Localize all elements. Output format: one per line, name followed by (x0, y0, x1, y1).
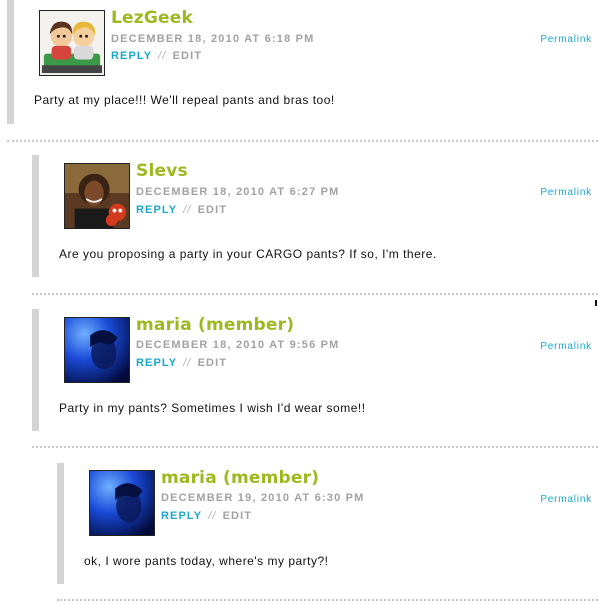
comment-actions: REPLY // EDIT (136, 204, 227, 216)
comment: maria (member) DECEMBER 18, 2010 AT 9:56… (32, 309, 598, 431)
reply-button[interactable]: REPLY (111, 50, 152, 62)
cartoon-couple-avatar-icon (40, 11, 104, 75)
edit-button[interactable]: EDIT (198, 204, 227, 216)
permalink-link[interactable]: Permalink (540, 341, 592, 352)
comment: Slevs DECEMBER 18, 2010 AT 6:27 PM REPLY… (32, 155, 598, 277)
comment-divider (32, 446, 598, 448)
comment-author[interactable]: LezGeek (111, 8, 193, 28)
thread-indent-bar (57, 463, 64, 584)
comment-date: DECEMBER 19, 2010 AT 6:30 PM (161, 492, 365, 504)
comment-divider (32, 293, 598, 295)
thread-indent-bar (7, 0, 14, 124)
avatar[interactable] (64, 163, 130, 229)
comment-date: DECEMBER 18, 2010 AT 6:18 PM (111, 33, 315, 45)
scroll-marker (595, 300, 597, 306)
comment-actions: REPLY // EDIT (136, 357, 227, 369)
thread-indent-bar (32, 309, 39, 431)
permalink-link[interactable]: Permalink (540, 494, 592, 505)
permalink-link[interactable]: Permalink (540, 187, 592, 198)
avatar[interactable] (89, 470, 155, 536)
comment-actions: REPLY // EDIT (161, 510, 252, 522)
comment: maria (member) DECEMBER 19, 2010 AT 6:30… (57, 463, 598, 584)
comment-text: Party at my place!!! We'll repeal pants … (34, 93, 335, 107)
action-separator: // (158, 50, 167, 62)
edit-button[interactable]: EDIT (198, 357, 227, 369)
comment-actions: REPLY // EDIT (111, 50, 202, 62)
action-separator: // (208, 510, 217, 522)
edit-button[interactable]: EDIT (223, 510, 252, 522)
avatar[interactable] (64, 317, 130, 383)
comment-text: ok, I wore pants today, where's my party… (84, 554, 329, 568)
action-separator: // (183, 357, 192, 369)
avatar[interactable] (39, 10, 105, 76)
thread-indent-bar (32, 155, 39, 277)
reply-button[interactable]: REPLY (161, 510, 202, 522)
comment-divider (57, 599, 598, 601)
comment-date: DECEMBER 18, 2010 AT 9:56 PM (136, 339, 340, 351)
edit-button[interactable]: EDIT (173, 50, 202, 62)
comment: LezGeek DECEMBER 18, 2010 AT 6:18 PM REP… (7, 0, 598, 124)
reply-button[interactable]: REPLY (136, 204, 177, 216)
photo-avatar-icon (65, 164, 129, 228)
comment-author[interactable]: maria (member) (136, 315, 294, 335)
blue-photo-avatar-icon (90, 471, 154, 535)
action-separator: // (183, 204, 192, 216)
comment-text: Are you proposing a party in your CARGO … (59, 247, 437, 261)
blue-photo-avatar-icon (65, 318, 129, 382)
comment-author[interactable]: Slevs (136, 161, 188, 181)
permalink-link[interactable]: Permalink (540, 34, 592, 45)
comment-text: Party in my pants? Sometimes I wish I'd … (59, 401, 366, 415)
comment-divider (7, 140, 598, 142)
comment-author[interactable]: maria (member) (161, 468, 319, 488)
reply-button[interactable]: REPLY (136, 357, 177, 369)
comment-date: DECEMBER 18, 2010 AT 6:27 PM (136, 186, 340, 198)
